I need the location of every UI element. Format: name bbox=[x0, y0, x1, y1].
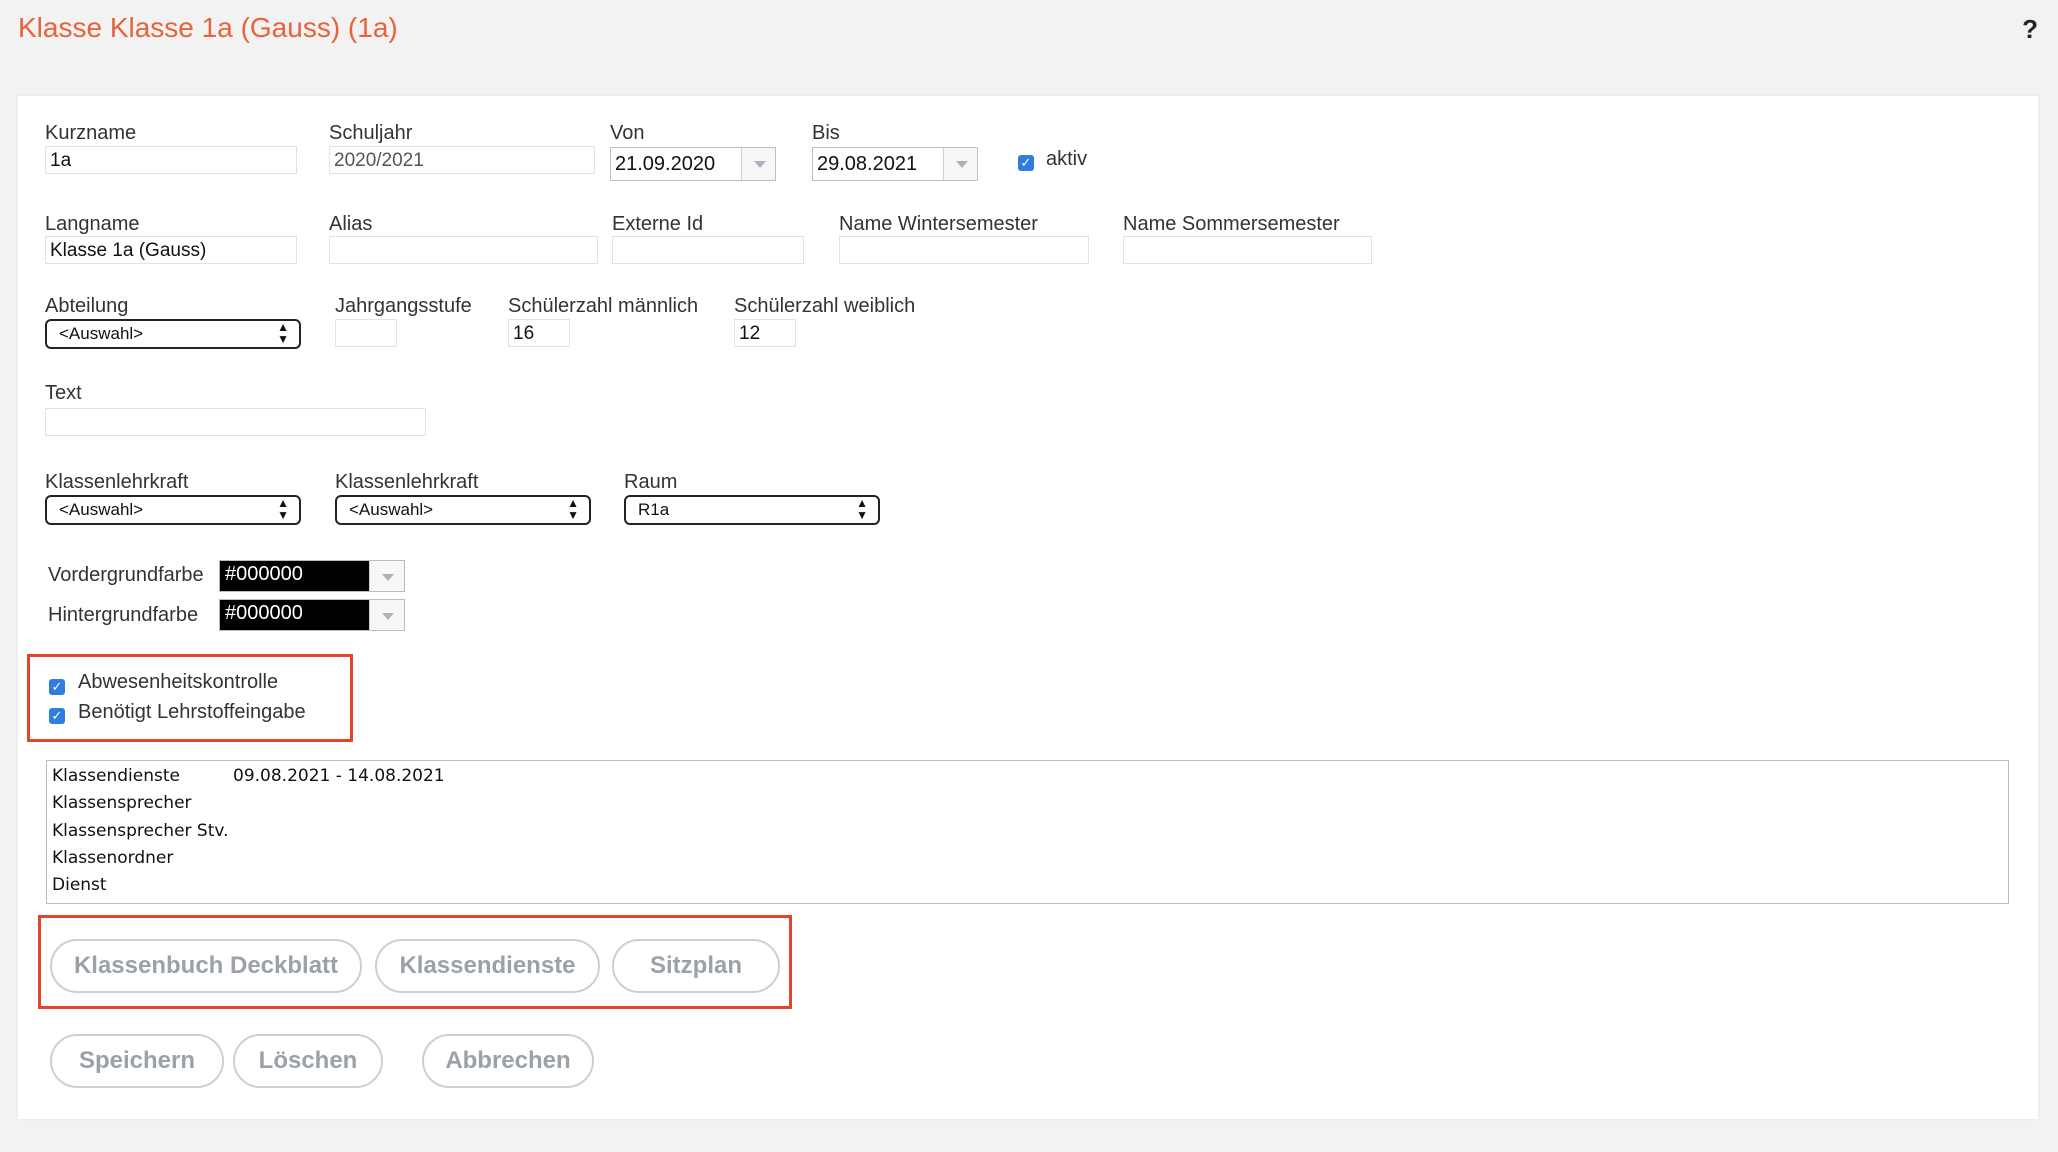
list-item[interactable]: Klassendienste 09.08.2021 - 14.08.2021 bbox=[52, 766, 445, 786]
hintergrundfarbe-picker[interactable]: #000000 bbox=[219, 599, 405, 631]
select-arrows-icon: ▲ ▼ bbox=[856, 496, 868, 522]
select-arrows-icon: ▲ ▼ bbox=[277, 496, 289, 522]
langname-label: Langname bbox=[45, 213, 140, 235]
klassendienste-button[interactable]: Klassendienste bbox=[375, 939, 600, 993]
klassenlehrkraft-2-value: <Auswahl> bbox=[349, 500, 434, 519]
vordergrundfarbe-picker[interactable]: #000000 bbox=[219, 560, 405, 592]
klassenbuch-deckblatt-button[interactable]: Klassenbuch Deckblatt bbox=[50, 939, 362, 993]
bis-date-value: 29.08.2021 bbox=[817, 153, 918, 175]
vordergrundfarbe-value: #000000 bbox=[220, 561, 370, 591]
name-wintersemester-label: Name Wintersemester bbox=[839, 213, 1038, 235]
externe-id-label: Externe Id bbox=[612, 213, 704, 235]
select-arrows-icon: ▲ ▼ bbox=[567, 496, 579, 522]
highlight-box-checkboxes bbox=[27, 654, 353, 742]
vordergrundfarbe-label: Vordergrundfarbe bbox=[48, 564, 204, 586]
list-item[interactable]: Dienst bbox=[52, 875, 107, 895]
schuelerzahl-maennlich-input[interactable]: 16 bbox=[508, 319, 570, 347]
lehrstoffeingabe-checkbox[interactable]: ✓ bbox=[49, 708, 65, 724]
abbrechen-button[interactable]: Abbrechen bbox=[422, 1034, 594, 1088]
abteilung-value: <Auswahl> bbox=[59, 324, 144, 343]
name-wintersemester-input[interactable] bbox=[839, 236, 1089, 264]
abwesenheitskontrolle-label: Abwesenheitskontrolle bbox=[78, 671, 279, 693]
klassenlehrkraft-2-select[interactable]: <Auswahl> ▲ ▼ bbox=[335, 495, 591, 525]
abteilung-label: Abteilung bbox=[45, 295, 129, 317]
abwesenheitskontrolle-checkbox[interactable]: ✓ bbox=[49, 679, 65, 695]
lehrstoffeingabe-label: Benötigt Lehrstoffeingabe bbox=[78, 701, 306, 723]
raum-select[interactable]: R1a ▲ ▼ bbox=[624, 495, 880, 525]
alias-input[interactable] bbox=[329, 236, 598, 264]
class-duties-list[interactable]: Klassendienste 09.08.2021 - 14.08.2021 Kl… bbox=[46, 760, 2009, 904]
jahrgangsstufe-label: Jahrgangsstufe bbox=[335, 295, 472, 317]
hintergrundfarbe-dropdown-button[interactable] bbox=[369, 600, 404, 630]
chevron-down-icon bbox=[382, 574, 394, 581]
loeschen-button[interactable]: Löschen bbox=[233, 1034, 383, 1088]
von-date-value: 21.09.2020 bbox=[615, 153, 716, 175]
schuljahr-label: Schuljahr bbox=[329, 122, 413, 144]
jahrgangsstufe-input[interactable] bbox=[335, 319, 397, 347]
bis-date-picker[interactable]: 29.08.2021 bbox=[812, 147, 978, 181]
schuelerzahl-weiblich-input[interactable]: 12 bbox=[734, 319, 796, 347]
vordergrundfarbe-dropdown-button[interactable] bbox=[369, 561, 404, 591]
alias-label: Alias bbox=[329, 213, 373, 235]
class-form-panel: Kurzname 1a Schuljahr 2020/2021 Von 21.0… bbox=[18, 96, 2038, 1119]
hintergrundfarbe-value: #000000 bbox=[220, 600, 370, 630]
schuelerzahl-weiblich-label: Schülerzahl weiblich bbox=[734, 295, 916, 317]
bis-label: Bis bbox=[812, 122, 840, 144]
klassenlehrkraft-1-value: <Auswahl> bbox=[59, 500, 144, 519]
raum-value: R1a bbox=[638, 500, 670, 519]
kurzname-label: Kurzname bbox=[45, 122, 137, 144]
klassenlehrkraft-2-label: Klassenlehrkraft bbox=[335, 471, 479, 493]
text-label: Text bbox=[45, 382, 82, 404]
list-item[interactable]: Klassenordner bbox=[52, 848, 173, 868]
sitzplan-button[interactable]: Sitzplan bbox=[612, 939, 780, 993]
langname-input[interactable]: Klasse 1a (Gauss) bbox=[45, 236, 297, 264]
externe-id-input[interactable] bbox=[612, 236, 804, 264]
von-dropdown-button[interactable] bbox=[741, 148, 775, 180]
von-date-picker[interactable]: 21.09.2020 bbox=[610, 147, 776, 181]
duty-dates: 09.08.2021 - 14.08.2021 bbox=[233, 766, 445, 786]
schuljahr-field: 2020/2021 bbox=[329, 146, 595, 174]
chevron-down-icon bbox=[956, 161, 968, 168]
aktiv-checkbox[interactable]: ✓ bbox=[1018, 155, 1034, 171]
raum-label: Raum bbox=[624, 471, 678, 493]
hintergrundfarbe-label: Hintergrundfarbe bbox=[48, 604, 199, 626]
speichern-button[interactable]: Speichern bbox=[50, 1034, 224, 1088]
klassenlehrkraft-1-label: Klassenlehrkraft bbox=[45, 471, 189, 493]
list-item[interactable]: Klassensprecher Stv. bbox=[52, 821, 229, 841]
help-icon[interactable]: ? bbox=[2022, 14, 2038, 45]
von-label: Von bbox=[610, 122, 645, 144]
name-sommersemester-label: Name Sommersemester bbox=[1123, 213, 1340, 235]
aktiv-label: aktiv bbox=[1046, 148, 1088, 170]
text-input[interactable] bbox=[45, 408, 426, 436]
klassenlehrkraft-1-select[interactable]: <Auswahl> ▲ ▼ bbox=[45, 495, 301, 525]
bis-dropdown-button[interactable] bbox=[943, 148, 977, 180]
chevron-down-icon bbox=[382, 613, 394, 620]
duty-label: Klassendienste bbox=[52, 766, 180, 786]
schuelerzahl-maennlich-label: Schülerzahl männlich bbox=[508, 295, 699, 317]
name-sommersemester-input[interactable] bbox=[1123, 236, 1372, 264]
list-item[interactable]: Klassensprecher bbox=[52, 793, 192, 813]
kurzname-input[interactable]: 1a bbox=[45, 146, 297, 174]
select-arrows-icon: ▲ ▼ bbox=[277, 320, 289, 346]
chevron-down-icon bbox=[754, 161, 766, 168]
abteilung-select[interactable]: <Auswahl> ▲ ▼ bbox=[45, 319, 301, 349]
page-title: Klasse Klasse 1a (Gauss) (1a) bbox=[18, 12, 398, 43]
